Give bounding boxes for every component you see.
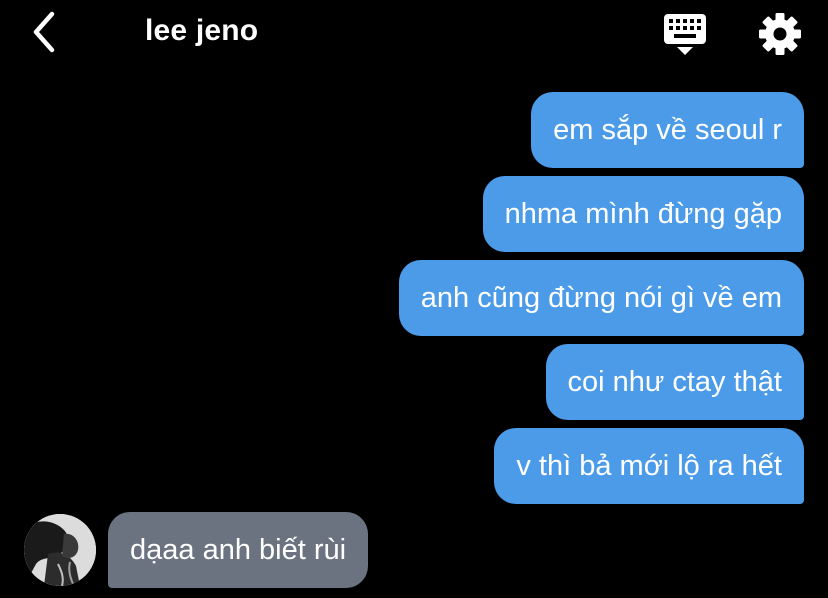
message-bubble-sent[interactable]: coi như ctay thật [545,344,804,420]
message-bubble-sent[interactable]: nhma mình đừng gặp [482,176,804,252]
message-bubble-sent[interactable]: anh cũng đừng nói gì về em [398,260,804,336]
contact-avatar[interactable] [24,514,96,586]
avatar-photo [24,514,96,586]
message-bubble-sent[interactable]: em sắp về seoul r [531,92,804,168]
settings-button[interactable] [757,11,803,57]
keyboard-icon [664,14,706,55]
keyboard-toggle-button[interactable] [662,12,708,56]
back-button[interactable] [26,10,66,54]
message-bubble-received[interactable]: dạaa anh biết rùi [108,512,369,588]
chat-title: lee jeno [145,14,259,47]
chevron-left-icon [33,11,55,53]
message-bubble-sent[interactable]: v thì bả mới lộ ra hết [494,428,804,504]
gear-icon [759,13,801,55]
chat-header: lee jeno [0,0,828,70]
